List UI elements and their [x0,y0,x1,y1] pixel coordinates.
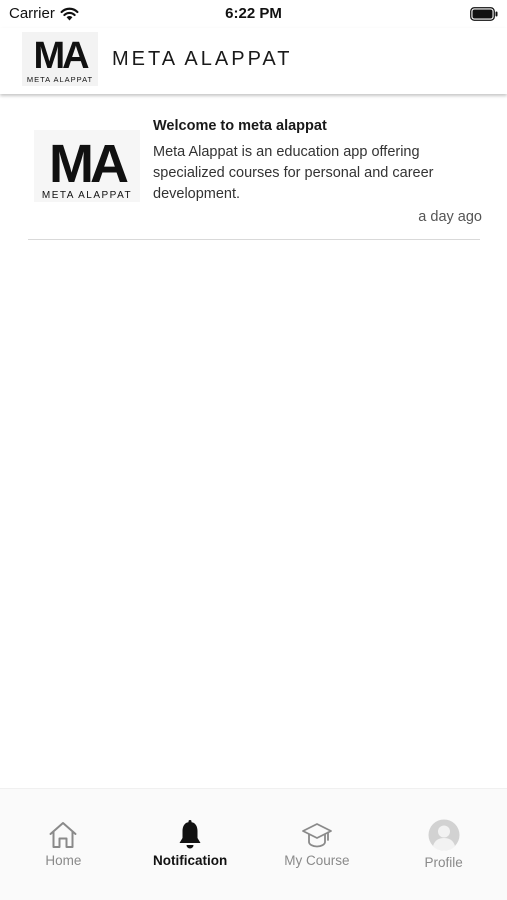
avatar-icon [428,819,460,851]
notification-timestamp: a day ago [418,209,482,225]
brand-logo: MA META ALAPPAT [22,32,98,86]
notification-logo-monogram: MA [49,134,128,194]
tab-home[interactable]: Home [0,789,127,900]
tab-notification-label: Notification [153,853,228,868]
notification-logo: MA META ALAPPAT [34,130,140,202]
status-bar: Carrier 6:22 PM [0,0,507,28]
app-header: MA META ALAPPAT META ALAPPAT [0,28,507,94]
battery-icon [470,7,498,21]
tab-my-course[interactable]: My Course [254,789,381,900]
tab-my-course-label: My Course [284,853,350,868]
logo-text: META ALAPPAT [27,75,93,84]
graduation-cap-icon [301,823,332,848]
app-title: META ALAPPAT [112,48,293,70]
notification-item[interactable]: MA META ALAPPAT Welcome to meta alappat … [28,104,482,240]
notification-logo-text: META ALAPPAT [42,190,132,201]
tab-notification[interactable]: Notification [127,789,254,900]
tab-home-label: Home [45,853,82,868]
notification-body: Meta Alappat is an education app offerin… [153,144,434,202]
bottom-tab-bar: Home Notification My Course Profile [0,788,507,900]
tab-profile-label: Profile [424,855,463,870]
bell-icon [179,820,201,849]
notification-title: Welcome to meta alappat [153,118,327,134]
logo-monogram: MA [33,35,89,77]
notification-list: MA META ALAPPAT Welcome to meta alappat … [0,104,507,240]
tab-profile[interactable]: Profile [380,789,507,900]
status-time: 6:22 PM [225,5,282,22]
home-icon [49,822,77,848]
